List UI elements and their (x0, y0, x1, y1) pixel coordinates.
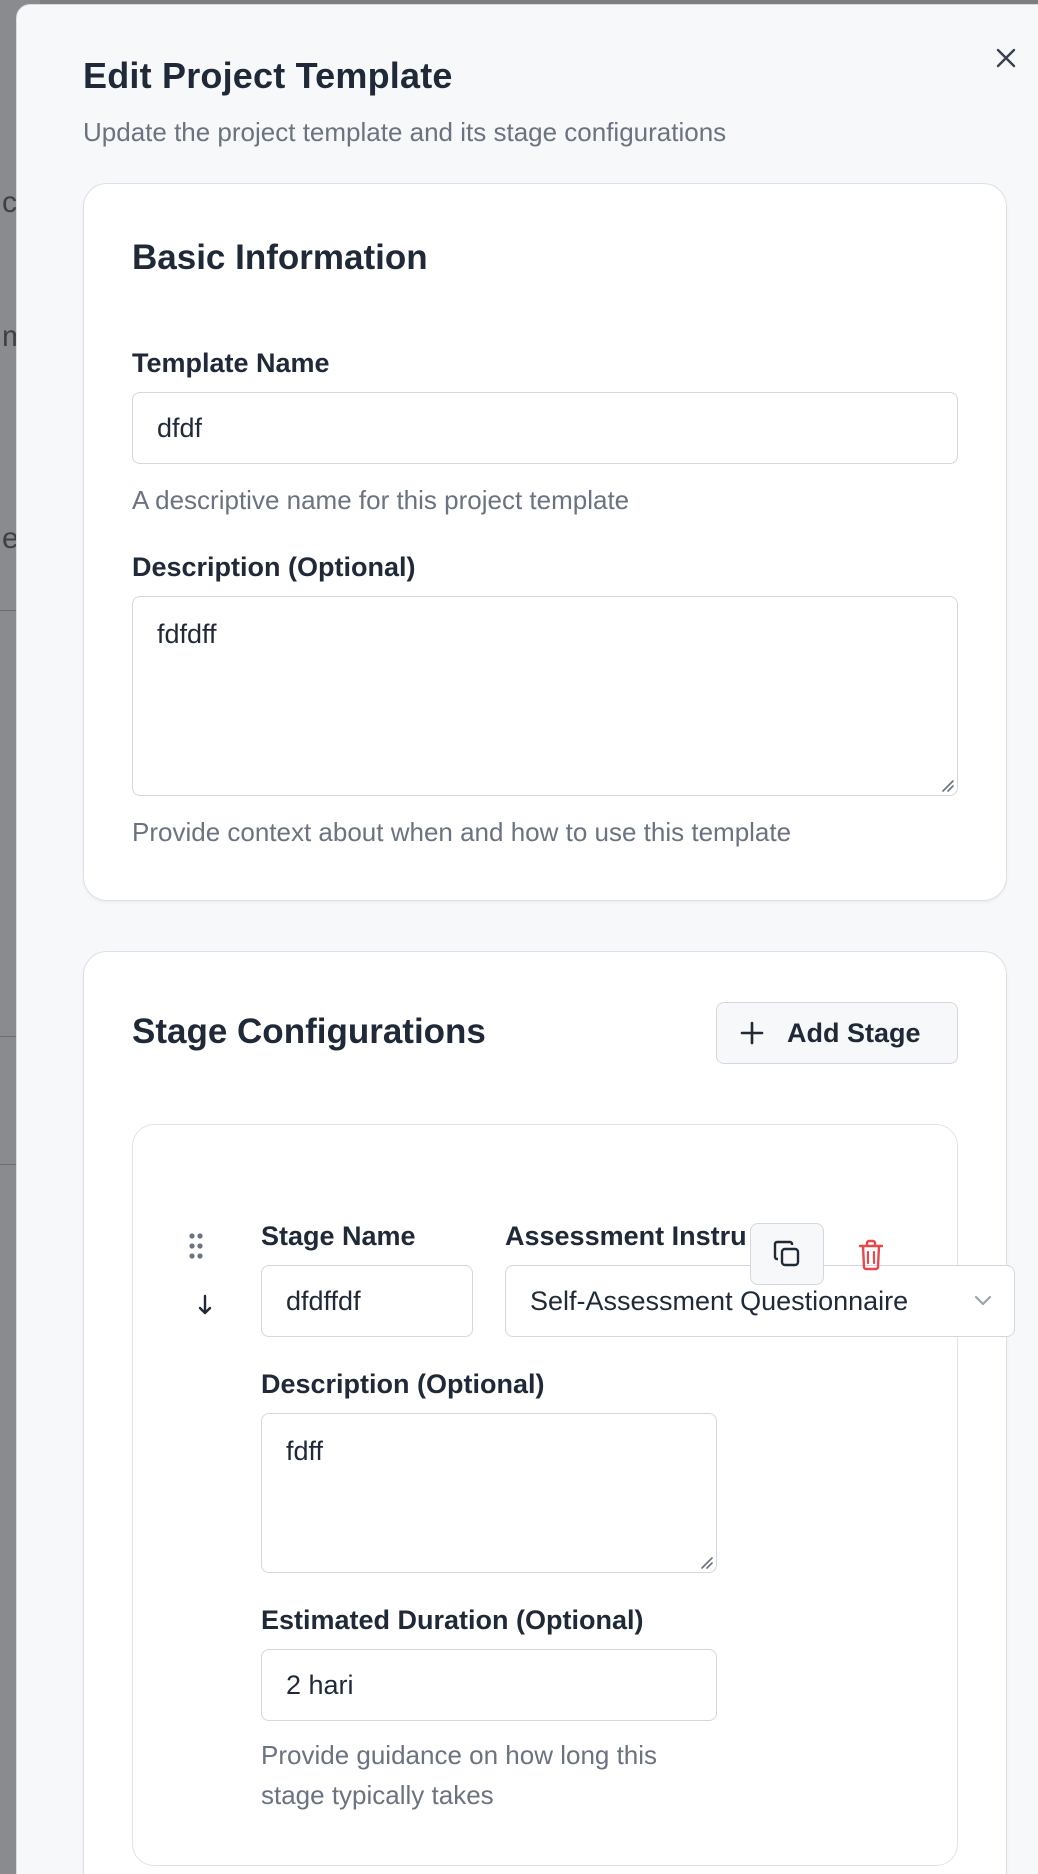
template-description-help: Provide context about when and how to us… (132, 817, 792, 847)
close-icon (996, 48, 1016, 68)
template-description-value: fdfdff (157, 619, 217, 649)
add-stage-button[interactable]: Add Stage (716, 1002, 958, 1064)
stage-configurations-card: Stage Configurations Add Stage Stage Nam… (83, 951, 1015, 1874)
template-name-help: A descriptive name for this project temp… (132, 485, 630, 515)
stage-description-value: fdff (286, 1436, 324, 1466)
template-name-value: dfdf (157, 412, 203, 443)
assessment-instrument-label: Assessment Instru (505, 1221, 747, 1251)
background-text-fragment: c (2, 186, 17, 219)
estimated-duration-input[interactable]: 2 hari (261, 1649, 717, 1721)
estimated-duration-help: Provide guidance on how long this stage … (261, 1740, 658, 1810)
estimated-duration-value: 2 hari (286, 1669, 354, 1700)
dialog-subtitle: Update the project template and its stag… (83, 117, 727, 147)
resize-grip-icon[interactable] (697, 1553, 713, 1569)
copy-icon (773, 1240, 800, 1267)
add-stage-label: Add Stage (787, 1017, 921, 1048)
template-description-label: Description (Optional) (132, 552, 416, 582)
resize-grip-icon[interactable] (938, 776, 954, 792)
stage-configurations-title: Stage Configurations (132, 1012, 486, 1051)
move-down-icon[interactable] (193, 1291, 217, 1319)
edit-template-dialog: Edit Project Template Update the project… (16, 4, 1038, 1874)
template-name-label: Template Name (132, 348, 330, 378)
template-name-input[interactable]: dfdf (132, 392, 958, 464)
stage-description-label: Description (Optional) (261, 1369, 545, 1399)
stage-name-input[interactable]: dfdffdf (261, 1265, 473, 1337)
stage-item: Stage Name dfdffdf Assessment Instru Sel… (132, 1124, 1015, 1866)
drag-handle-icon[interactable] (183, 1229, 209, 1263)
duplicate-stage-button[interactable] (750, 1223, 824, 1285)
basic-information-title: Basic Information (132, 238, 428, 277)
dialog-title: Edit Project Template (83, 55, 453, 96)
stage-name-value: dfdffdf (286, 1285, 361, 1316)
chevron-down-icon (974, 1295, 992, 1306)
close-button[interactable] (989, 41, 1023, 75)
delete-stage-button[interactable] (851, 1233, 891, 1277)
stage-description-textarea[interactable]: fdff (261, 1413, 717, 1573)
basic-information-card: Basic Information Template Name dfdf A d… (83, 183, 1007, 901)
assessment-instrument-value: Self-Assessment Questionnaire (530, 1285, 909, 1316)
estimated-duration-label: Estimated Duration (Optional) (261, 1605, 644, 1635)
trash-icon (858, 1239, 884, 1271)
plus-icon (717, 1020, 787, 1046)
stage-name-label: Stage Name (261, 1221, 416, 1251)
template-description-textarea[interactable]: fdfdff (132, 596, 958, 796)
